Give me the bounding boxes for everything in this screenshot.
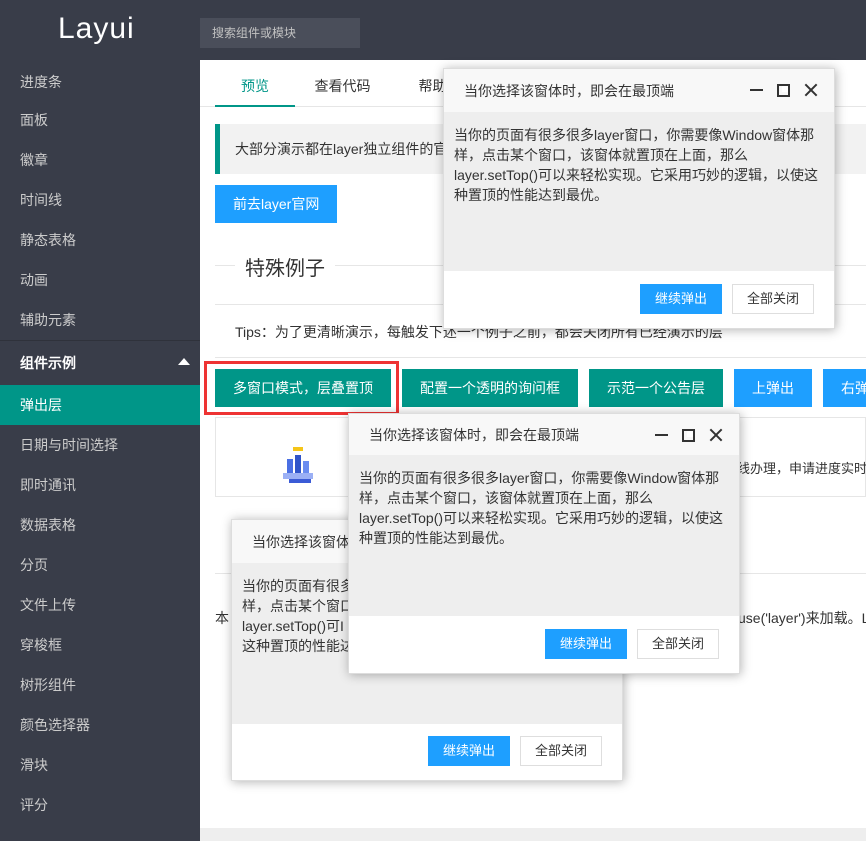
section-title: 特殊例子: [235, 252, 335, 281]
maximize-icon[interactable]: [777, 83, 790, 97]
server-illustration-icon: [283, 447, 313, 483]
layer-title[interactable]: 当你选择该窗体时，即会在最顶端: [444, 69, 834, 113]
search-input[interactable]: 搜索组件或模块: [200, 18, 360, 48]
app-logo[interactable]: Layui: [58, 12, 135, 46]
sidebar-item-animation[interactable]: 动画: [0, 260, 200, 300]
top-header: Layui 搜索组件或模块: [0, 0, 866, 60]
layer-controls: [750, 69, 818, 111]
layer-content: 当你的页面有很多很多layer窗口，你需要像Window窗体那样，点击某个窗口，…: [349, 456, 739, 616]
continue-popup-button[interactable]: 继续弹出: [639, 284, 722, 314]
close-icon[interactable]: [804, 83, 818, 97]
layer-title[interactable]: 当你选择该窗体时，即会在最顶端: [349, 414, 739, 456]
notice-layer-button[interactable]: 示范一个公告层: [589, 369, 723, 407]
layer-content: 当你的页面有很多很多layer窗口，你需要像Window窗体那样，点击某个窗口，…: [444, 113, 834, 271]
popup-right-button[interactable]: 右弹出: [823, 369, 866, 407]
close-icon[interactable]: [709, 428, 723, 442]
sidebar-item-colorpicker[interactable]: 颜色选择器: [0, 705, 200, 745]
tab-view-code[interactable]: 查看代码: [300, 60, 385, 107]
layer-window-1[interactable]: 当你选择该窗体时，即会在最顶端 当你的页面有很多很多layer窗口，你需要像Wi…: [443, 68, 835, 329]
continue-popup-button[interactable]: 继续弹出: [427, 736, 510, 766]
sidebar-item-im[interactable]: 即时通讯: [0, 465, 200, 505]
layer-title-text: 当你选择该窗体时，即会在最顶端: [369, 427, 579, 443]
sidebar-item-laydate[interactable]: 日期与时间选择: [0, 425, 200, 465]
goto-layer-site-button[interactable]: 前去layer官网: [215, 185, 338, 223]
sidebar-item-datatable[interactable]: 数据表格: [0, 505, 200, 545]
minimize-icon[interactable]: [750, 89, 763, 91]
sidebar-group-label: 组件示例: [20, 355, 76, 371]
doc-text-right: use('layer')来加载。L: [738, 610, 866, 626]
sidebar-item-transfer[interactable]: 穿梭框: [0, 625, 200, 665]
banner-text: 线办理，申请进度实时: [737, 461, 866, 476]
layer-title-text: 当你选择该窗体: [252, 534, 350, 550]
sidebar: 进度条 面板 徽章 时间线 静态表格 动画 辅助元素 组件示例 弹出层 日期与时…: [0, 60, 200, 841]
layer-title-text: 当你选择该窗体时，即会在最顶端: [464, 83, 674, 99]
sidebar-item-static-table[interactable]: 静态表格: [0, 220, 200, 260]
popup-top-button[interactable]: 上弹出: [734, 369, 812, 407]
sidebar-item-pagination[interactable]: 分页: [0, 545, 200, 585]
close-all-button[interactable]: 全部关闭: [731, 284, 814, 314]
layer-controls: [655, 414, 723, 456]
sidebar-item-progress[interactable]: 进度条: [0, 64, 200, 100]
minimize-icon[interactable]: [655, 434, 668, 436]
sidebar-group-examples[interactable]: 组件示例: [0, 340, 200, 385]
sidebar-item-auxiliary[interactable]: 辅助元素: [0, 300, 200, 340]
continue-popup-button[interactable]: 继续弹出: [544, 629, 627, 659]
footer-bar: [200, 828, 866, 841]
close-all-button[interactable]: 全部关闭: [519, 736, 602, 766]
sidebar-item-layer[interactable]: 弹出层: [0, 385, 200, 425]
sidebar-item-badge[interactable]: 徽章: [0, 140, 200, 180]
doc-text-left: 本: [215, 610, 229, 626]
tab-preview[interactable]: 预览: [215, 60, 295, 107]
sidebar-item-slider[interactable]: 滑块: [0, 745, 200, 785]
layer-window-2[interactable]: 当你选择该窗体时，即会在最顶端 当你的页面有很多很多layer窗口，你需要像Wi…: [348, 413, 740, 674]
caret-up-icon: [178, 358, 190, 365]
maximize-icon[interactable]: [682, 428, 695, 442]
layer-button-bar: 继续弹出 全部关闭: [544, 615, 739, 673]
sidebar-item-tree[interactable]: 树形组件: [0, 665, 200, 705]
sidebar-item-rate[interactable]: 评分: [0, 785, 200, 825]
highlight-frame: [204, 361, 399, 415]
layer-button-bar: 继续弹出 全部关闭: [427, 722, 622, 780]
layer-button-bar: 继续弹出 全部关闭: [639, 270, 834, 328]
sidebar-item-upload[interactable]: 文件上传: [0, 585, 200, 625]
sidebar-item-timeline[interactable]: 时间线: [0, 180, 200, 220]
transparent-confirm-button[interactable]: 配置一个透明的询问框: [402, 369, 578, 407]
sidebar-item-panel[interactable]: 面板: [0, 100, 200, 140]
close-all-button[interactable]: 全部关闭: [636, 629, 719, 659]
